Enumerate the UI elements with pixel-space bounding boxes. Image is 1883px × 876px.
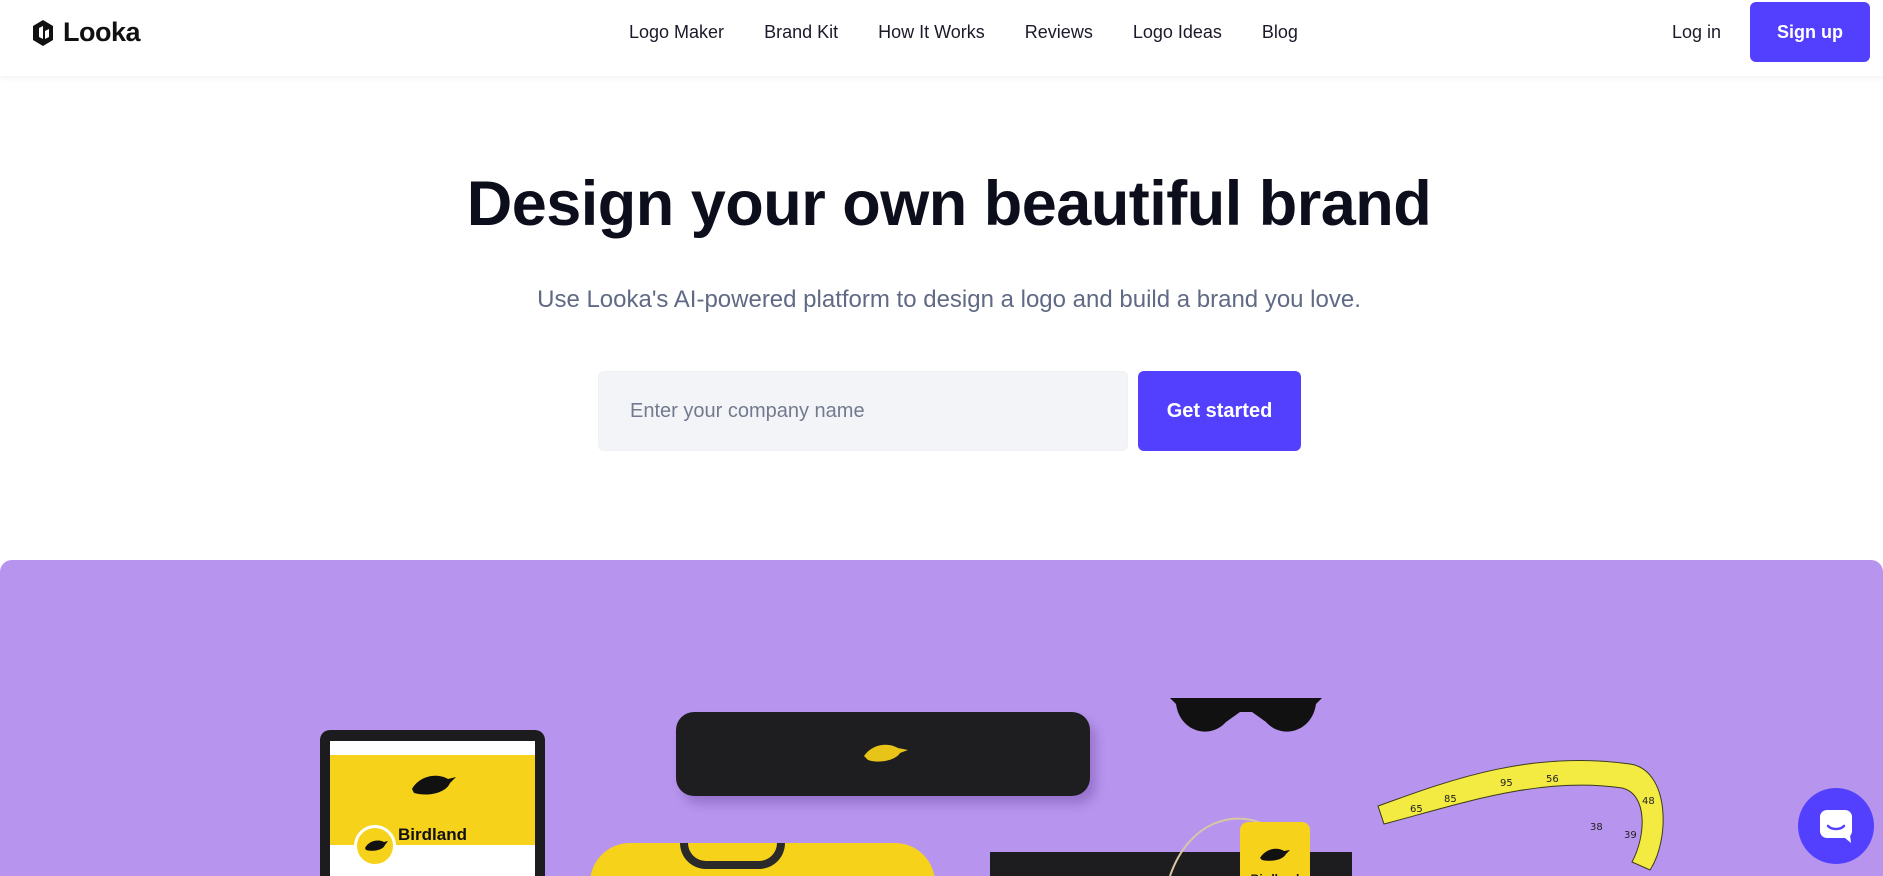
nav-logo-maker[interactable]: Logo Maker <box>609 20 744 44</box>
nav-brand-kit[interactable]: Brand Kit <box>744 20 858 44</box>
tape-mark-85: 85 <box>1444 794 1457 805</box>
nav-blog[interactable]: Blog <box>1242 20 1318 44</box>
login-link[interactable]: Log in <box>1672 20 1721 44</box>
bird-logo-icon <box>412 775 456 795</box>
chat-icon <box>1820 810 1852 843</box>
brand-name: Looka <box>63 17 141 47</box>
brand-showcase-image: Birdland 65 85 95 56 38 39 48 <box>0 560 1883 876</box>
tape-mark-39: 39 <box>1624 830 1637 841</box>
bird-logo-icon <box>1260 848 1290 861</box>
hero-subtitle: Use Looka's AI-powered platform to desig… <box>537 286 1361 313</box>
sunglasses-icon <box>1170 698 1322 732</box>
bird-avatar-icon <box>365 840 388 851</box>
nav-logo-ideas[interactable]: Logo Ideas <box>1113 20 1242 44</box>
signup-button[interactable]: Sign up <box>1750 2 1870 62</box>
tag-brand-text: Birdland <box>1240 872 1310 876</box>
tape-mark-38: 38 <box>1590 822 1603 833</box>
tshirt-collar <box>680 843 785 869</box>
looka-logo-icon <box>33 19 53 46</box>
nav-how-it-works[interactable]: How It Works <box>858 20 1005 44</box>
site-header: Looka Logo Maker Brand Kit How It Works … <box>0 0 1883 76</box>
measuring-tape-icon: 65 85 95 56 38 39 48 <box>1377 759 1664 871</box>
nav-reviews[interactable]: Reviews <box>1005 20 1113 44</box>
tshirt-mockup <box>590 843 935 876</box>
company-name-placeholder: Enter your company name <box>630 399 865 422</box>
tablet-mockup: Birdland <box>320 730 545 876</box>
tape-mark-95: 95 <box>1500 778 1513 789</box>
tablet-screen: Birdland <box>330 741 535 876</box>
tape-mark-65: 65 <box>1410 804 1423 815</box>
tape-mark-56: 56 <box>1546 774 1559 785</box>
get-started-button[interactable]: Get started <box>1138 371 1301 451</box>
hang-tag: Birdland <box>1240 822 1310 876</box>
company-name-input[interactable]: Enter your company name <box>598 371 1128 451</box>
hero-title: Design your own beautiful brand <box>466 169 1432 239</box>
bird-logo-icon <box>864 744 908 762</box>
tablet-avatar <box>354 825 396 867</box>
brand-logo[interactable]: Looka <box>29 17 141 48</box>
tape-mark-48: 48 <box>1642 796 1655 807</box>
chat-widget-button[interactable] <box>1798 788 1874 864</box>
main-nav: Logo Maker Brand Kit How It Works Review… <box>609 20 1318 44</box>
poster-tube <box>676 712 1090 796</box>
